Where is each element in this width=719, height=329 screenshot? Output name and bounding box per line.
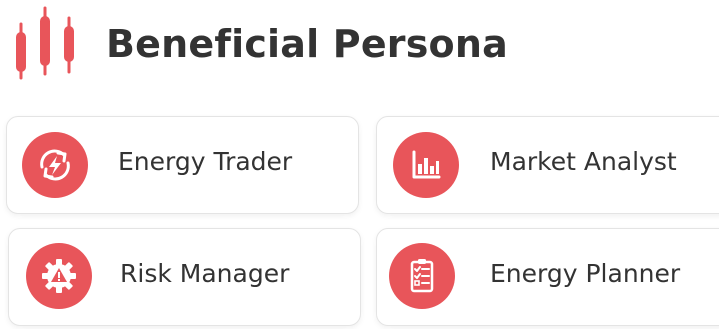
gear-warning-icon: [26, 243, 92, 309]
persona-label: Energy Trader: [118, 147, 293, 176]
header: Beneficial Persona: [12, 4, 508, 84]
bar-chart-icon: [393, 132, 459, 198]
candlestick-chart-icon: [16, 6, 74, 80]
persona-card-energy-trader[interactable]: Energy Trader: [6, 116, 359, 214]
persona-card-risk-manager[interactable]: Risk Manager: [8, 228, 361, 326]
checklist-icon: [389, 243, 455, 309]
persona-label: Market Analyst: [490, 147, 677, 176]
persona-label: Risk Manager: [120, 259, 290, 288]
page-title: Beneficial Persona: [106, 22, 508, 66]
energy-exchange-icon: [22, 132, 88, 198]
persona-label: Energy Planner: [490, 259, 681, 288]
persona-page: Beneficial Persona Energy Trader Market …: [0, 0, 719, 329]
persona-card-energy-planner[interactable]: Energy Planner: [376, 228, 719, 326]
persona-card-market-analyst[interactable]: Market Analyst: [376, 116, 719, 214]
